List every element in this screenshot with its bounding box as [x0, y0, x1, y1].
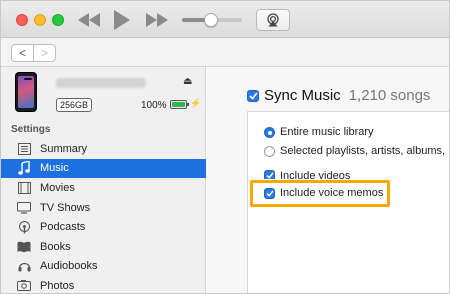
device-name-redacted — [56, 78, 146, 88]
volume-slider[interactable] — [182, 13, 242, 27]
sidebar-item-label: Audiobooks — [40, 260, 98, 273]
sync-music-label[interactable]: Sync Music — [264, 87, 341, 104]
sidebar-item-summary[interactable]: Summary — [1, 139, 206, 159]
battery-fill — [172, 102, 185, 107]
checkmark-icon — [248, 91, 258, 100]
sidebar-item-tv-shows[interactable]: TV Shows — [1, 198, 206, 218]
entire-library-label: Entire music library — [280, 126, 374, 138]
entire-library-radio[interactable] — [264, 126, 275, 138]
include-videos-checkbox[interactable] — [264, 170, 275, 179]
forward-button[interactable]: > — [34, 45, 55, 61]
toolbar — [1, 1, 449, 38]
selected-items-label: Selected playlists, artists, albums, — [280, 145, 446, 157]
include-videos-label: Include videos — [280, 170, 351, 179]
audiobooks-icon — [17, 259, 31, 273]
zoom-window-button[interactable] — [52, 14, 64, 26]
settings-section-label: Settings — [11, 124, 51, 135]
books-icon — [17, 240, 31, 254]
song-count: 1,210 songs — [348, 87, 431, 104]
tv-icon — [17, 201, 31, 215]
back-forward-buttons: < > — [11, 44, 56, 62]
close-window-button[interactable] — [16, 14, 28, 26]
volume-knob[interactable] — [203, 13, 218, 27]
rewind-icon[interactable] — [77, 9, 101, 31]
podcasts-icon — [17, 220, 31, 234]
device-header[interactable]: ⏏ 256GB 100% ⚡ — [1, 67, 206, 119]
airplay-button[interactable] — [256, 9, 290, 31]
selected-items-radio[interactable] — [264, 145, 275, 157]
movies-icon — [17, 181, 31, 195]
sidebar-item-label: Podcasts — [40, 221, 86, 234]
capacity-badge: 256GB — [56, 98, 93, 112]
sidebar-item-label: TV Shows — [40, 201, 91, 214]
sidebar-item-podcasts[interactable]: Podcasts — [1, 217, 206, 237]
battery-percent: 100% — [141, 100, 167, 111]
play-icon[interactable] — [111, 9, 133, 31]
sidebar-item-audiobooks[interactable]: Audiobooks — [1, 257, 206, 277]
sync-music-row: Sync Music 1,210 songs — [247, 87, 430, 104]
checkmark-icon — [265, 172, 274, 179]
sidebar-item-label: Summary — [40, 142, 88, 155]
itunes-window: < > ⏏ 256GB 100% ⚡ Settings Summary Musi… — [0, 0, 450, 294]
entire-library-option[interactable]: Entire music library — [264, 126, 374, 138]
voice-memos-highlight-box — [250, 180, 390, 207]
sidebar-item-label: Books — [40, 240, 71, 253]
selected-items-option[interactable]: Selected playlists, artists, albums, — [264, 145, 445, 157]
minimize-window-button[interactable] — [34, 14, 46, 26]
summary-icon — [17, 142, 31, 156]
music-note-icon — [17, 161, 31, 176]
sidebar-item-label: Music — [40, 162, 69, 175]
sidebar-item-books[interactable]: Books — [1, 237, 206, 257]
sidebar-item-label: Movies — [40, 181, 75, 194]
settings-list: Summary Music Movies TV Shows Podcasts B… — [1, 139, 206, 293]
navigation-bar: < > — [1, 38, 449, 67]
airplay-icon — [267, 13, 279, 27]
sidebar-item-label: Photos — [40, 279, 75, 292]
sidebar: ⏏ 256GB 100% ⚡ Settings Summary Music Mo… — [1, 67, 206, 293]
fast-forward-icon[interactable] — [145, 9, 169, 31]
battery-icon — [170, 100, 189, 109]
photos-icon — [17, 279, 31, 293]
charging-bolt-icon: ⚡ — [190, 98, 202, 108]
sidebar-item-movies[interactable]: Movies — [1, 178, 206, 198]
back-button[interactable]: < — [12, 45, 34, 61]
sidebar-item-music[interactable]: Music — [1, 158, 206, 179]
include-videos-option[interactable]: Include videos — [264, 169, 350, 179]
eject-icon[interactable]: ⏏ — [183, 76, 192, 87]
sync-music-checkbox[interactable] — [247, 89, 259, 102]
sidebar-item-photos[interactable]: Photos — [1, 276, 206, 293]
iphone-icon — [15, 72, 37, 112]
